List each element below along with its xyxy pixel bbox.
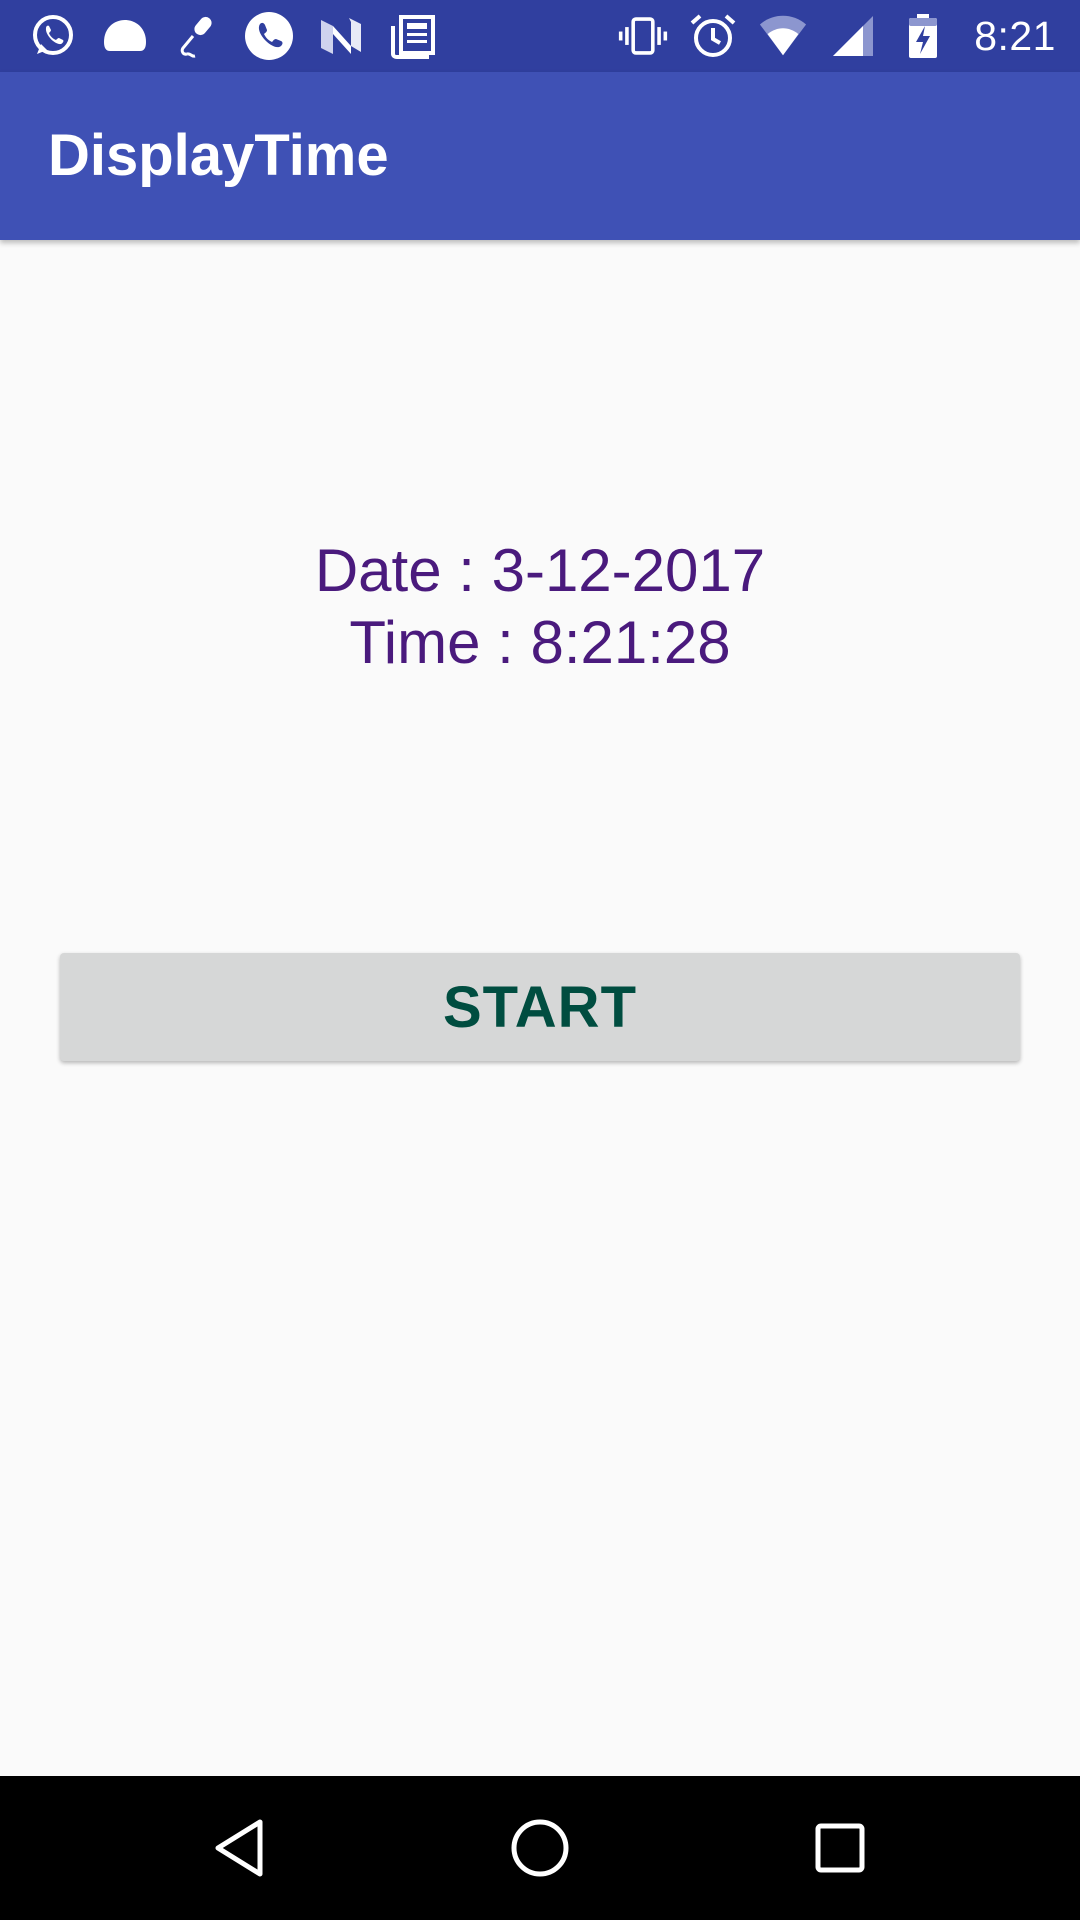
home-button[interactable]: [490, 1798, 590, 1898]
chat-bubble-icon: [100, 12, 150, 60]
recents-icon: [815, 1823, 865, 1873]
status-bar: 8:21: [0, 0, 1080, 72]
app-title: DisplayTime: [48, 123, 389, 188]
status-time: 8:21: [974, 12, 1056, 59]
date-text: Date : 3-12-2017: [314, 537, 766, 604]
time-text: Time : 8:21:28: [349, 609, 731, 676]
back-button[interactable]: [190, 1798, 290, 1898]
vibrate-icon: [618, 12, 668, 60]
battery-charging-icon: [898, 12, 948, 60]
app-bar: DisplayTime: [0, 72, 1080, 240]
microphone-icon: [172, 12, 222, 60]
wifi-icon: [758, 12, 808, 60]
cell-signal-icon: [828, 12, 878, 60]
alarm-icon: [688, 12, 738, 60]
system-icons: 8:21: [618, 12, 1056, 60]
news-icon: [388, 12, 438, 60]
home-icon: [511, 1819, 569, 1877]
n-logo-icon: [316, 12, 366, 60]
phone-icon: [244, 12, 294, 60]
notification-icons: [28, 12, 438, 60]
whatsapp-icon: [28, 12, 78, 60]
back-icon: [215, 1819, 263, 1877]
recents-button[interactable]: [790, 1798, 890, 1898]
main-content: Date : 3-12-2017 Time : 8:21:28 START: [0, 240, 1080, 1776]
datetime-display: Date : 3-12-2017 Time : 8:21:28: [0, 535, 1080, 679]
navigation-bar: [0, 1776, 1080, 1920]
start-button[interactable]: START: [60, 953, 1020, 1061]
